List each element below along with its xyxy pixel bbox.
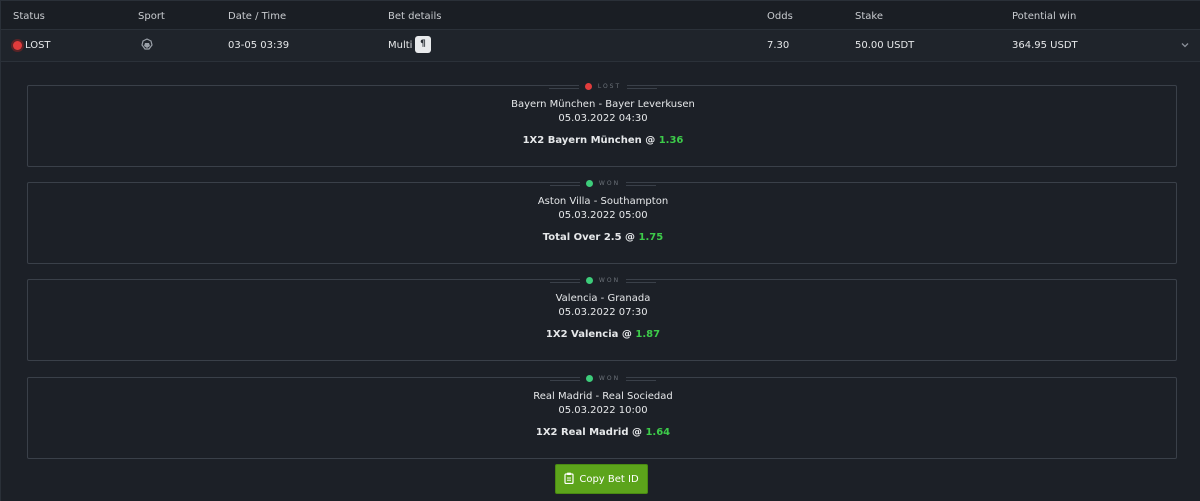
bet-history-panel: Status Sport Date / Time Bet details Odd… [0,0,1200,501]
leg-time: 05.03.2022 04:30 [558,113,648,124]
leg-time: 05.03.2022 05:00 [558,210,648,221]
bet-odds: 7.30 [767,40,790,51]
bet-datetime: 03-05 03:39 [228,40,290,51]
header-odds: Odds [767,11,793,22]
header-potential-win: Potential win [1012,11,1077,22]
leg-status-dot-icon [585,374,593,382]
bet-status: LOST [25,40,51,51]
leg-card: WON Aston Villa - Southampton 05.03.2022… [27,179,1177,264]
bet-potential-win: 364.95 USDT [1012,40,1078,51]
leg-time: 05.03.2022 10:00 [558,405,648,416]
leg-teams: Bayern München - Bayer Leverkusen [511,99,695,110]
leg-odds: 1.64 [645,427,671,438]
chevron-down-icon[interactable] [1179,39,1191,51]
header-status: Status [13,11,45,22]
header-stake: Stake [855,11,883,22]
copy-bet-id-button[interactable]: Copy Bet ID [555,464,648,494]
leg-status: WON [598,374,621,382]
leg-status-dot-icon [585,276,593,284]
table-header: Status Sport Date / Time Bet details Odd… [1,1,1200,30]
leg-teams: Valencia - Granada [555,293,651,304]
leg-teams: Aston Villa - Southampton [537,196,669,207]
bet-type-badge-icon[interactable]: ¶ [415,36,431,53]
leg-time: 05.03.2022 07:30 [558,307,648,318]
leg-teams: Real Madrid - Real Sociedad [533,391,673,402]
leg-pick: 1X2 Real Madrid @ 1.64 [535,427,671,438]
leg-odds: 1.87 [635,329,661,340]
header-bet-details: Bet details [388,11,442,22]
leg-status: WON [598,179,621,187]
leg-card: WON Real Madrid - Real Sociedad 05.03.20… [27,374,1177,459]
leg-pick: 1X2 Bayern München @ 1.36 [522,135,684,146]
status-dot-icon [13,41,22,50]
header-sport: Sport [138,11,165,22]
leg-card: LOST Bayern München - Bayer Leverkusen 0… [27,82,1177,167]
clipboard-icon [564,472,574,487]
bet-stake: 50.00 USDT [855,40,915,51]
copy-bet-id-label: Copy Bet ID [579,473,639,485]
bet-type: Multi [388,40,413,51]
leg-status: LOST [597,82,622,90]
leg-odds: 1.36 [658,135,684,146]
leg-odds: 1.75 [638,232,664,243]
leg-status-dot-icon [584,82,592,90]
leg-pick: Total Over 2.5 @ 1.75 [542,232,664,243]
bet-row[interactable]: LOST 03-05 03:39 Multi ¶ 7.30 50.00 USDT… [1,30,1200,62]
bet-details-expanded: LOST Bayern München - Bayer Leverkusen 0… [1,62,1200,501]
header-datetime: Date / Time [228,11,287,22]
leg-card: WON Valencia - Granada 05.03.2022 07:30 … [27,276,1177,361]
leg-status: WON [598,276,621,284]
leg-pick: 1X2 Valencia @ 1.87 [545,329,661,340]
leg-status-dot-icon [585,179,593,187]
soccer-icon [140,38,154,52]
